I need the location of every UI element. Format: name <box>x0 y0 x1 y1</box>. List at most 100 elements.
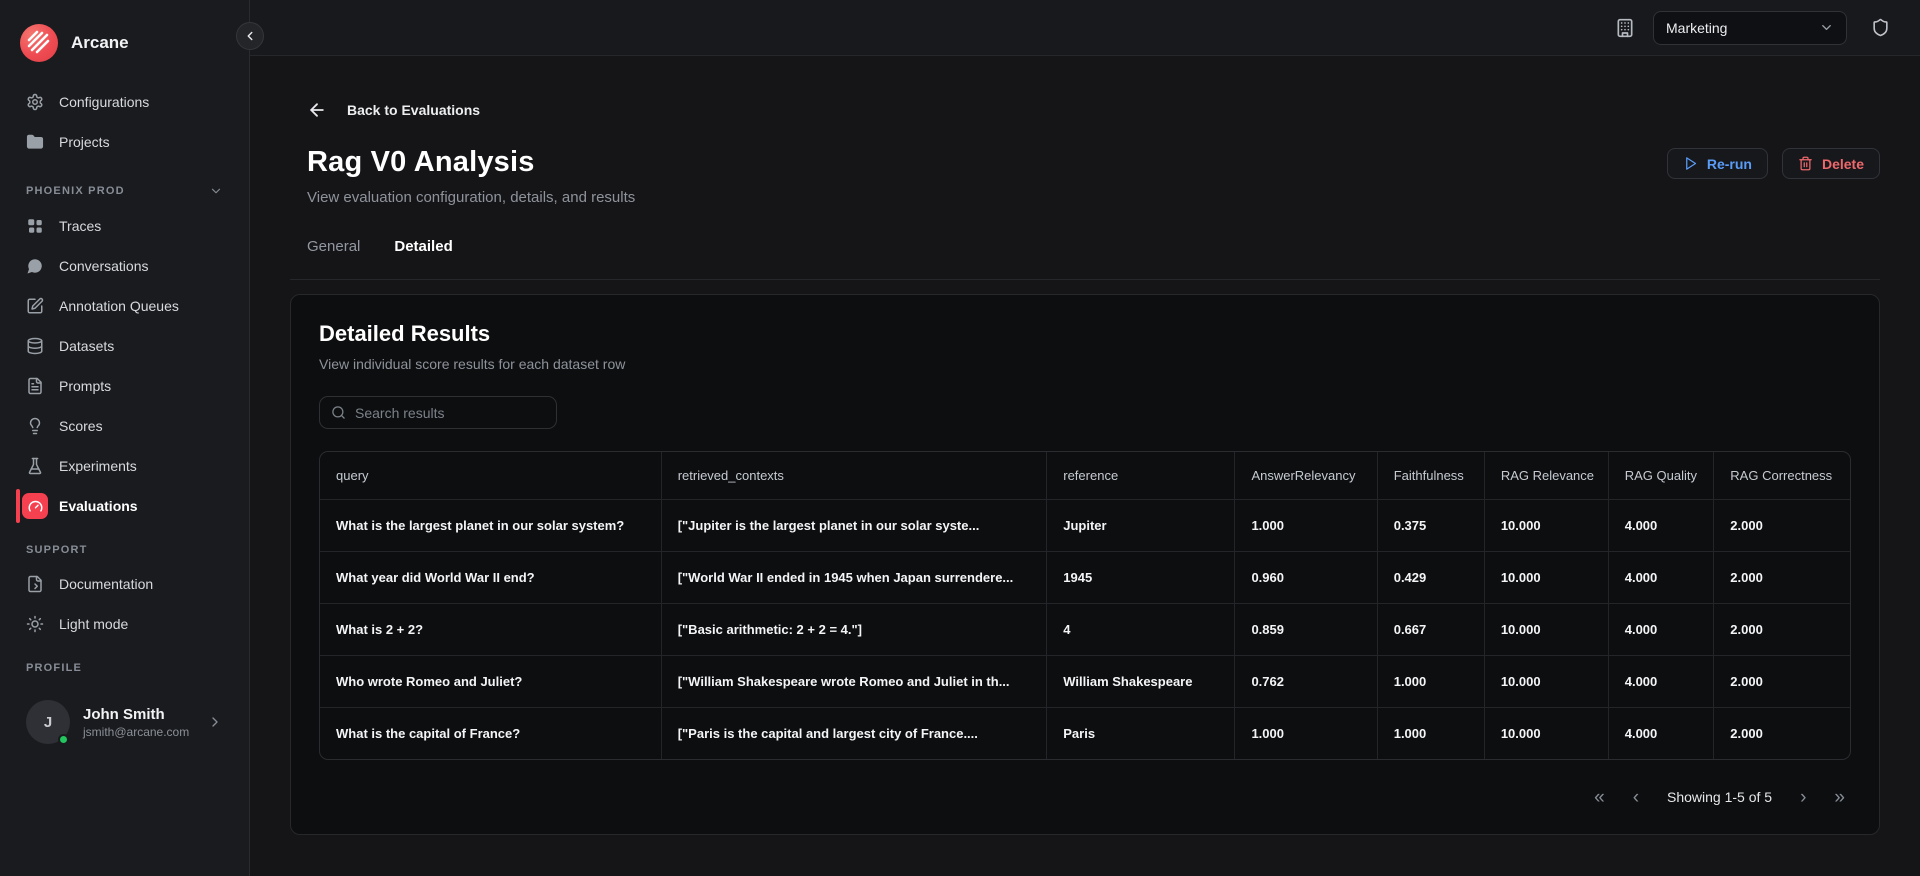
arcane-logo-icon <box>20 24 58 62</box>
results-table: query retrieved_contexts reference Answe… <box>319 451 1851 760</box>
sidebar-item-annotation-queues[interactable]: Annotation Queues <box>16 286 233 326</box>
table-cell: 10.000 <box>1484 499 1609 552</box>
building-icon[interactable] <box>1615 18 1635 38</box>
gauge-icon <box>22 493 48 519</box>
app-root: Arcane Configurations Projects PHOENIX P… <box>0 0 1920 876</box>
sidebar-nav-main: Configurations Projects PHOENIX PROD Tra… <box>0 82 249 682</box>
chevron-down-icon <box>1819 20 1834 35</box>
sidebar-item-conversations[interactable]: Conversations <box>16 246 233 286</box>
pagination-prev-button[interactable]: ‹ <box>1633 788 1639 807</box>
column-header[interactable]: retrieved_contexts <box>661 452 1048 500</box>
table-cell: ["William Shakespeare wrote Romeo and Ju… <box>661 655 1048 708</box>
sidebar-item-experiments[interactable]: Experiments <box>16 446 233 486</box>
pagination-first-button[interactable]: « <box>1594 788 1605 807</box>
gear-icon <box>26 93 44 111</box>
table-cell: ["Paris is the capital and largest city … <box>661 707 1048 759</box>
sidebar-item-label: Configurations <box>59 94 150 110</box>
sidebar-item-light-mode[interactable]: Light mode <box>16 604 233 644</box>
sidebar: Arcane Configurations Projects PHOENIX P… <box>0 0 250 876</box>
sidebar-item-label: Scores <box>59 418 103 434</box>
pagination-label: Showing 1-5 of 5 <box>1667 789 1773 805</box>
profile-section-label: PROFILE <box>26 662 83 674</box>
profile-text: John Smith jsmith@arcane.com <box>83 706 194 739</box>
table-cell: 0.960 <box>1234 551 1378 604</box>
table-cell: 4.000 <box>1608 655 1715 708</box>
shield-icon[interactable] <box>1871 18 1890 37</box>
table-cell: ["Basic arithmetic: 2 + 2 = 4."] <box>661 603 1048 656</box>
chevron-right-icon <box>207 714 223 730</box>
table-row[interactable]: What is the largest planet in our solar … <box>320 499 1850 552</box>
collapse-sidebar-button[interactable] <box>236 22 264 50</box>
table-cell: William Shakespeare <box>1046 655 1236 708</box>
table-row[interactable]: What year did World War II end? ["World W… <box>320 551 1850 604</box>
table-cell: 0.429 <box>1377 551 1485 604</box>
rerun-button[interactable]: Re-run <box>1666 148 1768 179</box>
table-cell: What is the capital of France? <box>320 707 662 759</box>
main-region: Marketing Back to Evaluations Rag V0 Ana… <box>250 0 1920 876</box>
sidebar-item-documentation[interactable]: Documentation <box>16 564 233 604</box>
tab-general[interactable]: General <box>307 238 360 255</box>
table-cell: 1.000 <box>1234 499 1378 552</box>
profile-card[interactable]: J John Smith jsmith@arcane.com <box>16 688 233 756</box>
search-box <box>319 396 557 429</box>
sidebar-item-scores[interactable]: Scores <box>16 406 233 446</box>
table-cell: Jupiter <box>1046 499 1236 552</box>
table-cell: 1.000 <box>1234 707 1378 759</box>
sidebar-item-label: Projects <box>59 134 110 150</box>
tab-detailed[interactable]: Detailed <box>394 238 452 255</box>
column-header[interactable]: RAG Correctness <box>1713 452 1850 500</box>
pagination: « ‹ Showing 1-5 of 5 › » <box>319 780 1851 814</box>
sidebar-item-label: Datasets <box>59 338 115 354</box>
sidebar-item-evaluations[interactable]: Evaluations <box>16 486 233 526</box>
table-cell: 0.667 <box>1377 603 1485 656</box>
sidebar-section-profile: PROFILE <box>16 662 233 674</box>
column-header[interactable]: RAG Quality <box>1608 452 1715 500</box>
sidebar-item-datasets[interactable]: Datasets <box>16 326 233 366</box>
search-icon <box>331 405 346 420</box>
table-cell: What is the largest planet in our solar … <box>320 499 662 552</box>
pagination-last-button[interactable]: » <box>1834 788 1845 807</box>
table-cell: 4.000 <box>1608 499 1715 552</box>
sidebar-item-projects[interactable]: Projects <box>16 122 233 162</box>
table-cell: 0.762 <box>1234 655 1378 708</box>
back-to-evaluations-link[interactable]: Back to Evaluations <box>307 100 1880 120</box>
sidebar-item-label: Evaluations <box>59 498 138 514</box>
search-input[interactable] <box>355 404 545 421</box>
table-row[interactable]: Who wrote Romeo and Juliet? ["William Sha… <box>320 655 1850 708</box>
pagination-next-button[interactable]: › <box>1800 788 1806 807</box>
trash-icon <box>1798 156 1813 171</box>
back-label: Back to Evaluations <box>347 102 481 118</box>
document-icon <box>26 575 44 593</box>
sidebar-section-project[interactable]: PHOENIX PROD <box>16 184 233 198</box>
table-cell: ["Jupiter is the largest planet in our s… <box>661 499 1048 552</box>
sidebar-item-label: Conversations <box>59 258 149 274</box>
table-cell: 10.000 <box>1484 551 1609 604</box>
card-subtitle: View individual score results for each d… <box>319 356 626 372</box>
table-row[interactable]: What is 2 + 2? ["Basic arithmetic: 2 + 2 … <box>320 603 1850 656</box>
column-header[interactable]: Faithfulness <box>1377 452 1485 500</box>
annotation-icon <box>26 297 44 315</box>
delete-button[interactable]: Delete <box>1781 148 1880 179</box>
org-selector[interactable]: Marketing <box>1653 10 1847 45</box>
sidebar-section-support: SUPPORT <box>16 544 233 556</box>
table-header-row: query retrieved_contexts reference Answe… <box>320 452 1850 500</box>
column-header[interactable]: RAG Relevance <box>1484 452 1609 500</box>
grid-icon <box>26 217 44 235</box>
sidebar-item-label: Traces <box>59 218 102 234</box>
table-cell: 2.000 <box>1730 726 1763 741</box>
results-table-head: query retrieved_contexts reference Answe… <box>320 452 1850 500</box>
delete-label: Delete <box>1821 155 1864 172</box>
table-cell: 0.859 <box>1234 603 1378 656</box>
column-header[interactable]: query <box>320 452 662 500</box>
column-header[interactable]: AnswerRelevancy <box>1234 452 1378 500</box>
table-row[interactable]: What is the capital of France? ["Paris is… <box>320 707 1850 759</box>
flask-icon <box>26 457 44 475</box>
online-status-dot <box>58 734 69 745</box>
sidebar-item-configurations[interactable]: Configurations <box>16 82 233 122</box>
rerun-label: Re-run <box>1706 155 1752 172</box>
chevron-left-icon <box>243 29 257 43</box>
sidebar-item-traces[interactable]: Traces <box>16 206 233 246</box>
sidebar-item-prompts[interactable]: Prompts <box>16 366 233 406</box>
column-header[interactable]: reference <box>1046 452 1236 500</box>
support-section-label: SUPPORT <box>26 544 88 556</box>
